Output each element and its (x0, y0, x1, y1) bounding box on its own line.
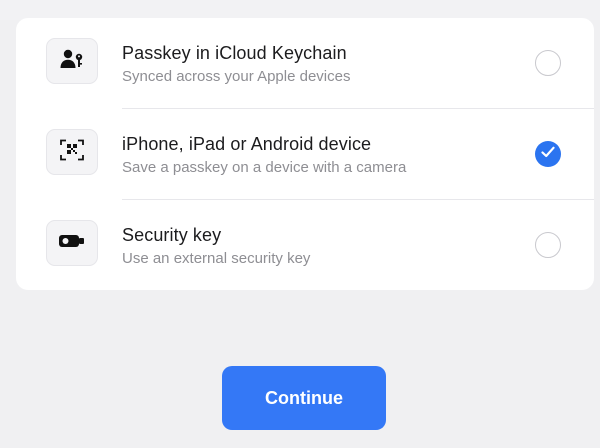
radio-button-checked[interactable] (535, 141, 561, 167)
icon-tile (46, 129, 98, 175)
person-key-icon (60, 48, 84, 75)
option-subtitle: Use an external security key (122, 250, 311, 267)
option-icloud-keychain[interactable]: Passkey in iCloud Keychain Synced across… (16, 18, 594, 108)
option-title: Passkey in iCloud Keychain (122, 43, 347, 63)
radio-button-unchecked[interactable] (535, 50, 561, 76)
option-subtitle: Save a passkey on a device with a camera (122, 159, 407, 176)
passkey-options-card: Passkey in iCloud Keychain Synced across… (16, 18, 594, 290)
option-subtitle: Synced across your Apple devices (122, 68, 351, 85)
option-title: iPhone, iPad or Android device (122, 134, 372, 154)
icon-tile (46, 38, 98, 84)
qr-code-scan-icon (60, 139, 84, 166)
option-title: Security key (122, 225, 222, 245)
option-phone-device[interactable]: iPhone, iPad or Android device Save a pa… (16, 109, 594, 199)
security-key-icon (58, 233, 86, 254)
checkmark-icon (541, 145, 555, 163)
continue-button[interactable]: Continue (222, 366, 386, 430)
icon-tile (46, 220, 98, 266)
top-strip (0, 0, 600, 20)
option-security-key[interactable]: Security key Use an external security ke… (16, 200, 594, 290)
radio-button-unchecked[interactable] (535, 232, 561, 258)
